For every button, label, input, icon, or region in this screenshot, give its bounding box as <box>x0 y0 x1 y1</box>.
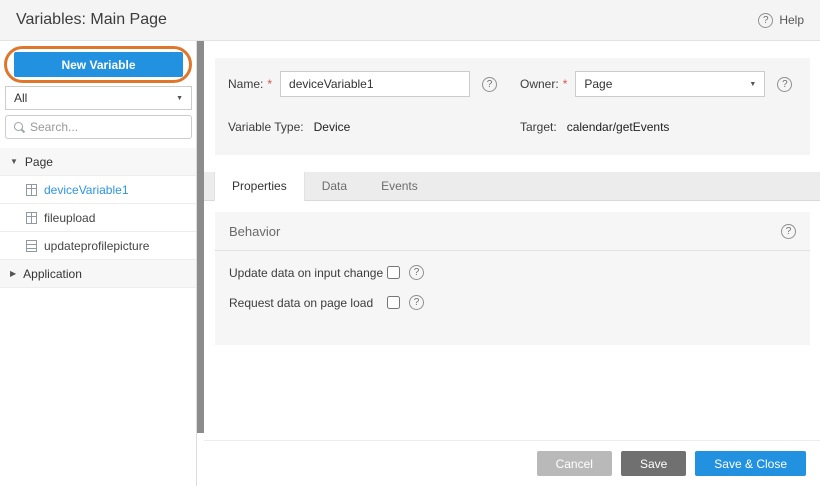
variable-summary-card: Name: * ? Owner: * Page ▼ ? Variable Typ… <box>215 58 810 155</box>
target-value: calendar/getEvents <box>567 120 670 134</box>
sidebar: New Variable All ▼ ▼ Page deviceVariable… <box>0 41 197 486</box>
required-asterisk: * <box>563 77 568 91</box>
variable-search <box>5 115 192 139</box>
caret-down-icon: ▼ <box>10 157 18 166</box>
option-request-on-page-load: Request data on page load ? <box>229 295 796 310</box>
behavior-help-icon[interactable]: ? <box>781 224 796 239</box>
form-row-type-target: Variable Type: Device Target: calendar/g… <box>228 119 797 135</box>
service-variable-icon <box>26 240 37 252</box>
cancel-button[interactable]: Cancel <box>537 451 612 476</box>
tab-bar: Properties Data Events <box>204 172 820 201</box>
behavior-panel: Behavior ? Update data on input change ?… <box>215 212 810 345</box>
page-title: Variables: Main Page <box>16 11 167 29</box>
caret-right-icon: ▶ <box>10 269 16 278</box>
tree-item-label: fileupload <box>44 211 95 225</box>
variable-tree: ▼ Page deviceVariable1 fileupload update… <box>0 148 196 288</box>
dialog-header: Variables: Main Page ? Help <box>0 0 820 41</box>
tree-item-label: updateprofilepicture <box>44 239 149 253</box>
request-on-page-load-checkbox[interactable] <box>387 296 400 309</box>
name-label: Name: <box>228 77 263 91</box>
help-button[interactable]: ? Help <box>758 13 804 28</box>
behavior-panel-body: Update data on input change ? Request da… <box>215 251 810 310</box>
target-label: Target: <box>520 120 557 134</box>
tree-item-devicevariable1[interactable]: deviceVariable1 <box>0 176 196 204</box>
tree-group-page[interactable]: ▼ Page <box>0 148 196 176</box>
tree-item-updateprofilepicture[interactable]: updateprofilepicture <box>0 232 196 260</box>
option-help-icon[interactable]: ? <box>409 265 424 280</box>
target-group: Target: calendar/getEvents <box>520 119 669 135</box>
tree-item-label: deviceVariable1 <box>44 183 129 197</box>
search-input[interactable] <box>30 120 185 134</box>
option-update-on-input-change: Update data on input change ? <box>229 265 796 280</box>
required-asterisk: * <box>267 77 272 91</box>
owner-group: Owner: * Page ▼ ? <box>520 71 792 97</box>
update-on-input-change-checkbox[interactable] <box>387 266 400 279</box>
variable-type-value: Device <box>314 120 351 134</box>
dialog-footer: Cancel Save Save & Close <box>204 440 820 486</box>
option-label: Update data on input change <box>229 266 387 280</box>
option-label: Request data on page load <box>229 296 387 310</box>
sidebar-scrollbar[interactable] <box>197 41 204 433</box>
variables-dialog: Variables: Main Page ? Help New Variable… <box>0 0 820 486</box>
new-variable-button[interactable]: New Variable <box>14 52 183 77</box>
tab-data[interactable]: Data <box>305 172 364 201</box>
save-and-close-button[interactable]: Save & Close <box>695 451 806 476</box>
search-icon <box>13 121 25 133</box>
name-help-icon[interactable]: ? <box>482 77 497 92</box>
owner-select[interactable]: Page ▼ <box>575 71 765 97</box>
tree-item-fileupload[interactable]: fileupload <box>0 204 196 232</box>
tree-group-label: Page <box>25 155 53 169</box>
help-label: Help <box>779 13 804 27</box>
save-button[interactable]: Save <box>621 451 686 476</box>
owner-label: Owner: <box>520 77 559 91</box>
chevron-down-icon: ▼ <box>176 95 183 102</box>
behavior-panel-header: Behavior ? <box>215 212 810 251</box>
variable-filter-select[interactable]: All ▼ <box>5 86 192 110</box>
chevron-down-icon: ▼ <box>749 81 756 88</box>
main-panel: Name: * ? Owner: * Page ▼ ? Variable Typ… <box>204 41 820 486</box>
tab-properties[interactable]: Properties <box>214 172 305 201</box>
help-icon: ? <box>758 13 773 28</box>
tree-group-label: Application <box>23 267 82 281</box>
form-row-name-owner: Name: * ? Owner: * Page ▼ ? <box>228 71 797 97</box>
tab-events[interactable]: Events <box>364 172 435 201</box>
option-help-icon[interactable]: ? <box>409 295 424 310</box>
owner-help-icon[interactable]: ? <box>777 77 792 92</box>
variable-icon <box>26 184 37 196</box>
filter-selected-value: All <box>14 91 27 105</box>
behavior-title: Behavior <box>229 224 280 239</box>
variable-type-label: Variable Type: <box>228 120 304 134</box>
owner-selected-value: Page <box>584 77 612 91</box>
tree-group-application[interactable]: ▶ Application <box>0 260 196 288</box>
name-field[interactable] <box>280 71 470 97</box>
variable-icon <box>26 212 37 224</box>
